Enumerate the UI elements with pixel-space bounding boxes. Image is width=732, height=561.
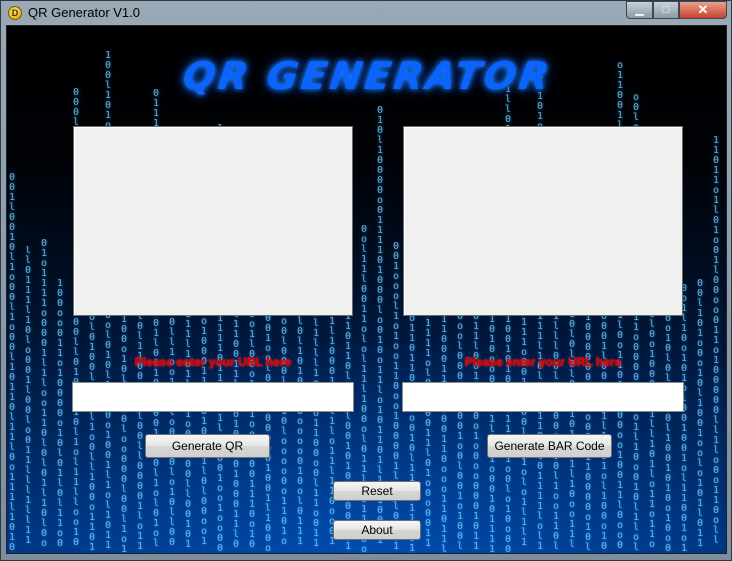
binary-rain-column: 0 0 l 1 0 1 o 0 o 1 0 l 1 0 0 1 o o l o …	[697, 279, 704, 549]
minimize-button[interactable]: ▁	[626, 1, 653, 19]
binary-rain-column: 0 1 o 0 0 1 o o l 0 o 0 o 0 0 o o 0 1 0 …	[265, 284, 272, 554]
binary-rain-column: 1 0 1 1 1 o 0 0 1 1 0 0 0 l 1 1 1 o l o …	[521, 298, 528, 548]
barcode-preview-box	[403, 126, 683, 316]
qr-generator-logo: QR GENERATOR	[180, 54, 555, 98]
binary-rain-column: 0 0 1 l 0 0 1 0 l 1 o 0 0 l 1 o 0 0 l 1 …	[9, 173, 16, 553]
binary-rain-column: 1 o 0 l 0 l 1 0 1 0 0 1 0 o o o o 0 1 0 …	[297, 287, 304, 547]
barcode-url-prompt: Please enter your URL here	[464, 355, 622, 369]
app-icon: D	[8, 6, 22, 20]
barcode-url-input[interactable]	[402, 382, 684, 412]
qr-url-prompt: Please enter your URL here	[134, 355, 292, 369]
binary-rain-column: 0 o l 0 1 0 0 l o o 0 l 1 o 0 l l 1 0 0 …	[89, 303, 96, 553]
binary-rain-column: 0 1 o 1 1 1 1 o 0 0 0 1 l 1 l o o 1 1 0 …	[41, 239, 48, 549]
main-canvas: 0 0 1 l 0 0 1 0 l 1 o 0 0 l 1 o 0 0 l 1 …	[6, 25, 727, 554]
about-button[interactable]: About	[333, 520, 421, 540]
binary-rain-column: 1 o 0 o o l 0 0 0 1 0 1 0 0 1 o 0 l 0 0 …	[457, 292, 464, 552]
app-window: D QR Generator V1.0 ▁ □ ✕ 0 0 1 l 0 0 1 …	[0, 0, 732, 561]
binary-rain-column: 0 o l 1 1 l 0 0 1 1 o l o l 1 1 l 1 0 0 …	[361, 225, 368, 554]
binary-rain-column: 1 1 0 1 1 o 1 l 0 1 o 0 1 l 0 0 o o 0 1 …	[713, 136, 720, 546]
window-title: QR Generator V1.0	[28, 5, 140, 20]
title-bar[interactable]: D QR Generator V1.0 ▁ □ ✕	[1, 1, 731, 25]
reset-button[interactable]: Reset	[333, 481, 421, 501]
maximize-button[interactable]: □	[653, 1, 679, 19]
qr-preview-box	[73, 126, 353, 316]
close-button[interactable]: ✕	[679, 1, 727, 19]
generate-barcode-button[interactable]: Generate BAR Code	[487, 434, 612, 458]
binary-rain-column: l l 0 1 1 1 l 1 0 l o 0 0 1 l 0 0 l o 0 …	[25, 246, 32, 546]
binary-rain-column: 1 0 0 o o 0 1 1 o 1 0 0 0 0 o 1 0 l 0 1 …	[57, 279, 64, 549]
qr-url-input[interactable]	[72, 382, 354, 412]
binary-rain-column: 0 o 1 l 1 0 o 1 0 1 o l 0 0 1 0 0 1 o l …	[681, 284, 688, 554]
generate-qr-button[interactable]: Generate QR	[145, 434, 270, 458]
